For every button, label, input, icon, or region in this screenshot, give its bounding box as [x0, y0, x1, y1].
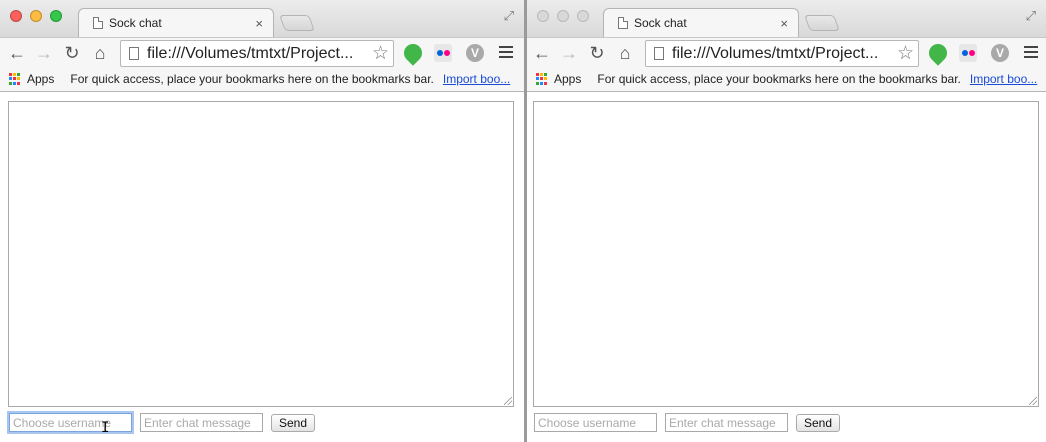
close-window-button[interactable] — [537, 10, 549, 22]
page-icon — [93, 17, 103, 29]
message-input[interactable] — [140, 413, 263, 432]
address-bar[interactable]: file:///Volumes/tmtxt/Project... ☆ — [645, 40, 919, 67]
home-icon[interactable]: ⌂ — [614, 42, 636, 64]
chat-log-textarea[interactable] — [533, 101, 1039, 407]
minimize-window-button[interactable] — [30, 10, 42, 22]
bookmarks-bar: Apps For quick access, place your bookma… — [0, 67, 524, 92]
url-text: file:///Volumes/tmtxt/Project... — [147, 44, 354, 62]
v-extension-icon[interactable]: V — [991, 44, 1009, 62]
apps-icon[interactable] — [536, 73, 548, 85]
zoom-window-button[interactable] — [577, 10, 589, 22]
fullscreen-icon[interactable]: ⤢ — [504, 8, 514, 24]
page-content: Send — [527, 93, 1046, 442]
menu-icon[interactable] — [499, 46, 513, 58]
tab-close-icon[interactable]: × — [780, 16, 788, 31]
back-icon[interactable]: ← — [6, 42, 28, 64]
page-icon — [654, 47, 664, 60]
page-content: Send I — [0, 93, 524, 442]
window-controls — [10, 10, 62, 22]
page-icon — [618, 17, 628, 29]
close-window-button[interactable] — [10, 10, 22, 22]
tab-title: Sock chat — [109, 16, 162, 30]
browser-window-right: Sock chat × ⤢ ← → ↻ ⌂ file:///Volumes/tm… — [527, 0, 1046, 442]
new-tab-button[interactable] — [804, 15, 840, 31]
url-text: file:///Volumes/tmtxt/Project... — [672, 44, 879, 62]
chat-form: Send — [9, 413, 316, 432]
browser-window-left: Sock chat × ⤢ ← → ↻ ⌂ file:///Volumes/tm… — [0, 0, 524, 442]
tab-title: Sock chat — [634, 16, 687, 30]
tab-strip: Sock chat × ⤢ — [527, 0, 1046, 37]
back-icon[interactable]: ← — [531, 42, 553, 64]
username-input[interactable] — [534, 413, 657, 432]
message-input[interactable] — [665, 413, 788, 432]
username-input[interactable] — [9, 413, 132, 432]
screen: Sock chat × ⤢ ← → ↻ ⌂ file:///Volumes/tm… — [0, 0, 1046, 442]
import-bookmarks-link[interactable]: Import boo... — [970, 72, 1037, 86]
chat-form: Send — [534, 413, 841, 432]
zoom-window-button[interactable] — [50, 10, 62, 22]
home-icon[interactable]: ⌂ — [89, 42, 111, 64]
flickr-extension-icon[interactable] — [434, 44, 452, 62]
address-bar[interactable]: file:///Volumes/tmtxt/Project... ☆ — [120, 40, 394, 67]
fullscreen-icon[interactable]: ⤢ — [1026, 8, 1036, 24]
send-button[interactable]: Send — [271, 413, 316, 432]
tab-strip: Sock chat × ⤢ — [0, 0, 524, 37]
reload-icon[interactable]: ↻ — [61, 42, 83, 64]
bookmarks-hint: For quick access, place your bookmarks h… — [597, 72, 961, 86]
forward-icon[interactable]: → — [558, 42, 580, 64]
evernote-extension-icon[interactable] — [400, 40, 426, 66]
send-button[interactable]: Send — [796, 413, 841, 432]
minimize-window-button[interactable] — [557, 10, 569, 22]
page-icon — [129, 47, 139, 60]
v-extension-icon[interactable]: V — [466, 44, 484, 62]
tab-close-icon[interactable]: × — [255, 16, 263, 31]
ibeam-cursor-icon: I — [101, 420, 110, 436]
reload-icon[interactable]: ↻ — [586, 42, 608, 64]
toolbar: ← → ↻ ⌂ file:///Volumes/tmtxt/Project...… — [527, 37, 1046, 67]
forward-icon[interactable]: → — [33, 42, 55, 64]
apps-button[interactable]: Apps — [27, 72, 54, 86]
apps-button[interactable]: Apps — [554, 72, 581, 86]
window-controls — [537, 10, 589, 22]
import-bookmarks-link[interactable]: Import boo... — [443, 72, 510, 86]
tab-sock-chat[interactable]: Sock chat × — [603, 8, 799, 37]
flickr-extension-icon[interactable] — [959, 44, 977, 62]
toolbar: ← → ↻ ⌂ file:///Volumes/tmtxt/Project...… — [0, 37, 524, 67]
bookmark-star-icon[interactable]: ☆ — [372, 42, 389, 65]
evernote-extension-icon[interactable] — [925, 40, 951, 66]
tab-sock-chat[interactable]: Sock chat × — [78, 8, 274, 37]
bookmarks-bar: Apps For quick access, place your bookma… — [527, 67, 1046, 92]
resize-grip-icon[interactable] — [504, 397, 512, 405]
chat-log-textarea[interactable] — [8, 101, 514, 407]
resize-grip-icon[interactable] — [1029, 397, 1037, 405]
bookmarks-hint: For quick access, place your bookmarks h… — [70, 72, 434, 86]
apps-icon[interactable] — [9, 73, 21, 85]
bookmark-star-icon[interactable]: ☆ — [897, 42, 914, 65]
new-tab-button[interactable] — [279, 15, 315, 31]
menu-icon[interactable] — [1024, 46, 1038, 58]
